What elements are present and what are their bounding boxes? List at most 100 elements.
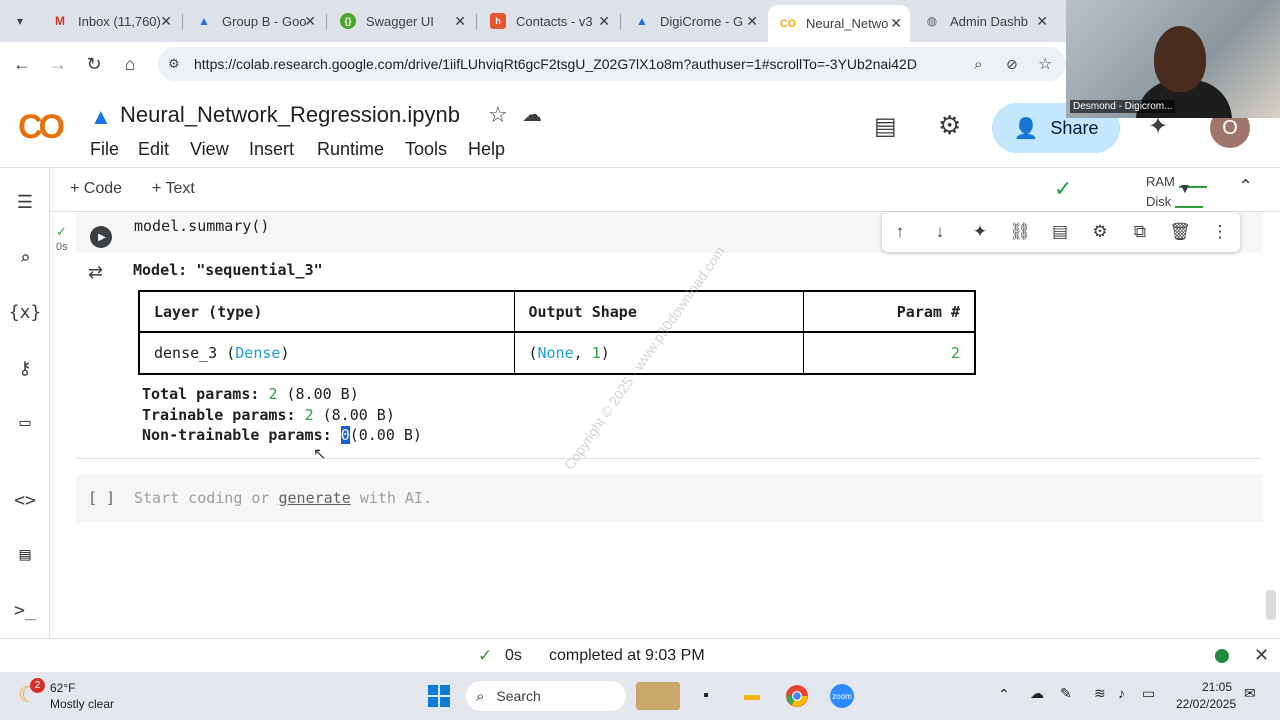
tab-inbox[interactable]: M Inbox (11,760) ✕: [40, 6, 180, 36]
close-icon[interactable]: ✕: [1254, 645, 1269, 666]
files-folder-icon[interactable]: ▭: [11, 408, 39, 436]
star-icon[interactable]: ☆: [488, 102, 508, 128]
add-text-button[interactable]: + Text: [152, 180, 195, 198]
cloud-icon[interactable]: ☁: [522, 102, 542, 127]
widget-image-icon[interactable]: [636, 682, 680, 710]
close-icon[interactable]: ✕: [160, 13, 172, 30]
tab-admin-dashboard[interactable]: ◍ Admin Dashb ✕: [912, 6, 1056, 36]
generate-link[interactable]: generate: [279, 489, 351, 507]
empty-code-cell[interactable]: [ ] Start coding or generate with AI.: [76, 474, 1262, 522]
secrets-key-icon[interactable]: ⚷: [11, 354, 39, 382]
tab-contacts[interactable]: h Contacts - v3 ✕: [478, 6, 618, 36]
command-palette-icon[interactable]: ▤: [11, 540, 39, 568]
chevron-up-icon[interactable]: ⌃: [1238, 176, 1253, 197]
tab-group-b[interactable]: ▲ Group B - Goo ✕: [184, 6, 324, 36]
site-info-icon[interactable]: ⚙: [168, 56, 180, 72]
notification-icon[interactable]: ✉: [1244, 685, 1256, 702]
scrollbar-thumb[interactable]: [1266, 590, 1276, 620]
exec-success-icon: ✓: [56, 224, 67, 239]
menu-insert[interactable]: Insert: [249, 139, 294, 160]
menu-help[interactable]: Help: [468, 139, 505, 160]
taskbar-search[interactable]: ⌕ Search: [466, 681, 626, 711]
weather-desc[interactable]: Mostly clear: [50, 697, 114, 711]
mirror-cell-icon[interactable]: ⧉: [1128, 220, 1152, 244]
gmail-icon: M: [55, 14, 65, 28]
notebook-title[interactable]: Neural_Network_Regression.ipynb: [120, 102, 460, 128]
ram-disk-indicator[interactable]: RAM Disk: [1146, 172, 1207, 212]
connection-status-dot: [1215, 649, 1229, 663]
home-icon[interactable]: ⌂: [118, 52, 142, 76]
webcam-overlay: Desmond - Digicrom...: [1066, 0, 1280, 118]
close-icon[interactable]: ✕: [1036, 13, 1048, 30]
close-icon[interactable]: ✕: [598, 13, 610, 30]
output-toggle-icon[interactable]: ⇄: [88, 262, 103, 283]
more-vert-icon[interactable]: ⋮: [1208, 220, 1232, 244]
gear-icon[interactable]: ⚙: [1088, 220, 1112, 244]
cloud-off-icon[interactable]: ☁: [1030, 685, 1044, 702]
add-code-button[interactable]: + Code: [70, 180, 122, 198]
webcam-label: Desmond - Digicrom...: [1070, 100, 1176, 113]
address-bar[interactable]: ⚙ https://colab.research.google.com/driv…: [158, 47, 1066, 81]
colab-icon: CO: [779, 17, 797, 30]
variables-icon[interactable]: {x}: [9, 298, 42, 326]
find-replace-icon[interactable]: ⌕: [11, 244, 39, 272]
terminal-app-icon[interactable]: ▪: [692, 682, 720, 710]
gear-icon[interactable]: ⚙: [938, 110, 961, 141]
tab-search-chevron-icon[interactable]: ▾: [8, 9, 32, 33]
menu-file[interactable]: File: [90, 139, 119, 160]
tab-swagger[interactable]: {} Swagger UI ✕: [328, 6, 474, 36]
chevron-down-icon[interactable]: ▼: [1178, 180, 1192, 196]
gemini-sparkle-icon[interactable]: ✦: [968, 220, 992, 244]
url-text[interactable]: https://colab.research.google.com/drive/…: [194, 56, 917, 72]
play-icon: ▶: [98, 231, 106, 243]
bookmark-star-icon[interactable]: ☆: [1038, 54, 1052, 74]
non-trainable-params-line: Non-trainable params: 0(0.00 B): [142, 426, 422, 444]
exec-time: 0s: [56, 241, 68, 253]
run-cell-button[interactable]: ▶: [90, 226, 112, 248]
file-explorer-icon[interactable]: ▬: [738, 682, 766, 710]
menu-runtime[interactable]: Runtime: [317, 139, 384, 160]
connected-check-icon[interactable]: ✓: [1054, 176, 1072, 202]
colab-logo[interactable]: CO: [18, 108, 65, 147]
chrome-icon[interactable]: [783, 682, 811, 710]
wifi-icon[interactable]: ≋: [1094, 685, 1106, 702]
move-up-icon[interactable]: ↑: [888, 220, 912, 244]
table-of-contents-icon[interactable]: ☰: [11, 188, 39, 216]
close-icon[interactable]: ✕: [890, 15, 902, 32]
link-icon[interactable]: ⛓: [1008, 220, 1032, 244]
close-icon[interactable]: ✕: [304, 13, 316, 30]
close-icon[interactable]: ✕: [746, 13, 758, 30]
chevron-up-icon[interactable]: ⌃: [998, 686, 1010, 703]
ram-label: RAM: [1146, 174, 1175, 189]
reload-icon[interactable]: ↻: [82, 52, 106, 76]
selected-text: 0: [340, 426, 350, 444]
volume-icon[interactable]: ♪: [1118, 685, 1125, 701]
comment-icon[interactable]: ▤: [874, 112, 897, 141]
menu-view[interactable]: View: [190, 139, 229, 160]
forward-arrow-icon[interactable]: →: [46, 52, 70, 76]
move-down-icon[interactable]: ↓: [928, 220, 952, 244]
clock-date[interactable]: 22/02/2025: [1176, 697, 1236, 711]
comment-icon[interactable]: ▤: [1048, 220, 1072, 244]
zoom-app-icon[interactable]: zoom: [828, 682, 856, 710]
tab-digicrome[interactable]: ▲ DigiCrome - G ✕: [622, 6, 766, 36]
code-snippets-icon[interactable]: <>: [11, 486, 39, 514]
zoom-icon[interactable]: ⌕: [974, 56, 982, 73]
table-row: dense_3 (Dense) (None, 1) 2: [138, 331, 976, 375]
clock-time[interactable]: 21:05: [1202, 680, 1232, 694]
pen-icon[interactable]: ✎: [1060, 685, 1072, 702]
menu-tools[interactable]: Tools: [405, 139, 447, 160]
menu-edit[interactable]: Edit: [138, 139, 169, 160]
tab-title: DigiCrome - G: [660, 13, 744, 29]
battery-icon[interactable]: ▭: [1142, 685, 1155, 702]
terminal-icon[interactable]: >_: [11, 596, 39, 624]
cell-toolbar: + Code + Text ✓ RAM Disk ▼ ⌃: [50, 168, 1280, 212]
close-icon[interactable]: ✕: [454, 13, 466, 30]
windows-start-icon[interactable]: [425, 682, 453, 710]
tab-neural-network[interactable]: CO Neural_Netwo ✕: [768, 5, 910, 42]
back-arrow-icon[interactable]: ←: [10, 52, 34, 76]
status-time: 0s: [505, 647, 522, 664]
trash-icon[interactable]: 🗑: [1168, 220, 1192, 244]
eye-off-icon[interactable]: ⊘: [1006, 56, 1018, 73]
weather-temp[interactable]: 62°F: [50, 681, 75, 695]
